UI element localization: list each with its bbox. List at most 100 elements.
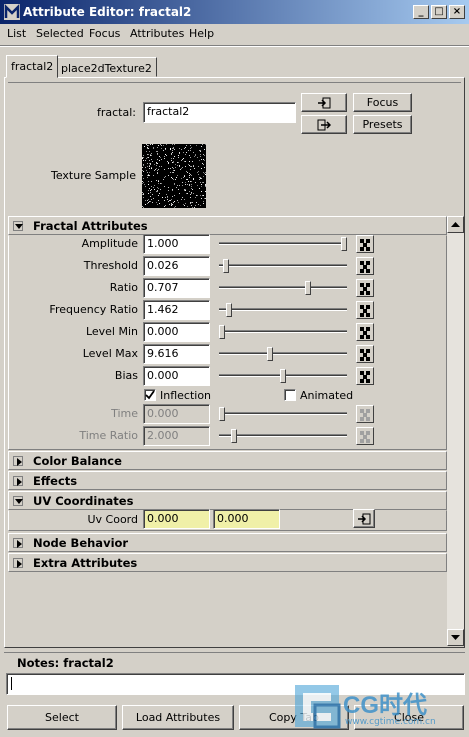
level-min-field[interactable]: 0.000: [143, 322, 210, 342]
expand-arrow-icon: [13, 476, 23, 486]
header-top-rule: [8, 82, 461, 83]
scroll-down-arrow-icon: [451, 635, 460, 640]
expand-arrow-icon: [13, 558, 23, 568]
time-ratio-field: 2.000: [143, 426, 210, 446]
menu-selected[interactable]: Selected: [36, 27, 84, 40]
amplitude-map-button[interactable]: [356, 235, 374, 253]
notes-label: Notes: fractal2: [17, 656, 114, 670]
amplitude-slider-thumb[interactable]: [341, 237, 347, 251]
collapse-arrow-icon: [13, 496, 23, 506]
level-min-slider-thumb[interactable]: [219, 325, 225, 339]
uv-coord-v-field[interactable]: 0.000: [213, 509, 280, 529]
section-title: UV Coordinates: [33, 494, 134, 508]
threshold-slider-thumb[interactable]: [223, 259, 229, 273]
scroll-down-button[interactable]: [447, 629, 464, 646]
animated-checkbox[interactable]: [284, 389, 296, 401]
watermark: CG时代 www.cgtime.com.cn: [293, 683, 467, 733]
menu-attributes[interactable]: Attributes: [130, 27, 184, 40]
amplitude-slider[interactable]: [219, 242, 347, 245]
level-min-map-button[interactable]: [356, 323, 374, 341]
section-node-behavior[interactable]: Node Behavior: [8, 533, 447, 552]
watermark-url: www.cgtime.com.cn: [345, 717, 436, 727]
bias-slider-thumb[interactable]: [280, 369, 286, 383]
frequency-ratio-map-button[interactable]: [356, 301, 374, 319]
menu-list[interactable]: List: [7, 27, 26, 40]
frequency-ratio-field[interactable]: 1.462: [143, 300, 210, 320]
level-max-field[interactable]: 9.616: [143, 344, 210, 364]
collapse-arrow-icon: [13, 221, 23, 231]
section-color-balance[interactable]: Color Balance: [8, 451, 447, 470]
vertical-scrollbar[interactable]: [447, 216, 464, 646]
section-effects[interactable]: Effects: [8, 471, 447, 490]
maya-logo-icon: [4, 4, 20, 20]
ratio-slider[interactable]: [219, 286, 347, 289]
input-connection-icon: [318, 97, 331, 109]
level-max-map-button[interactable]: [356, 345, 374, 363]
select-button[interactable]: Select: [7, 705, 117, 730]
bias-field[interactable]: 0.000: [143, 366, 210, 386]
level-min-slider[interactable]: [219, 330, 347, 333]
frequency-ratio-slider-thumb[interactable]: [226, 303, 232, 317]
section-extra-attributes[interactable]: Extra Attributes: [8, 553, 447, 572]
section-title: Color Balance: [33, 454, 122, 468]
texture-sample-swatch[interactable]: [142, 144, 206, 208]
expand-arrow-icon: [13, 456, 23, 466]
threshold-map-button[interactable]: [356, 257, 374, 275]
time-field: 0.000: [143, 404, 210, 424]
ratio-slider-thumb[interactable]: [305, 281, 311, 295]
section-title: Effects: [33, 474, 78, 488]
time-ratio-slider-thumb: [231, 429, 237, 443]
menu-bar: List Selected Focus Attributes Help: [0, 24, 469, 44]
bias-map-button[interactable]: [356, 367, 374, 385]
section-title: Node Behavior: [33, 536, 129, 550]
title-bar: Attribute Editor: fractal2 _ □ ×: [0, 0, 469, 24]
level-min-label: Level Min: [85, 325, 138, 338]
menu-focus[interactable]: Focus: [89, 27, 120, 40]
focus-button[interactable]: Focus: [353, 93, 412, 112]
window-title: Attribute Editor: fractal2: [23, 5, 192, 19]
frequency-ratio-slider[interactable]: [219, 308, 347, 311]
inflection-checkbox[interactable]: [144, 389, 156, 401]
minimize-button[interactable]: _: [413, 5, 429, 19]
level-max-slider[interactable]: [219, 352, 347, 355]
section-title: Extra Attributes: [33, 556, 138, 570]
close-window-button[interactable]: ×: [449, 5, 465, 19]
threshold-slider[interactable]: [219, 264, 347, 267]
ratio-field[interactable]: 0.707: [143, 278, 210, 298]
presets-button[interactable]: Presets: [353, 115, 412, 134]
text-caret: [11, 677, 12, 690]
notes-divider: [4, 652, 465, 653]
level-max-label: Level Max: [82, 347, 138, 360]
tab-fractal2-label: fractal2: [11, 60, 54, 73]
frequency-ratio-label: Frequency Ratio: [49, 303, 138, 316]
threshold-field[interactable]: 0.026: [143, 256, 210, 276]
node-name-label: fractal:: [97, 106, 136, 119]
time-map-button: [356, 405, 374, 423]
animated-label: Animated: [300, 389, 354, 402]
select-input-button[interactable]: [301, 93, 347, 112]
menu-help[interactable]: Help: [189, 27, 214, 40]
load-attributes-button[interactable]: Load Attributes: [122, 705, 234, 730]
time-label: Time: [111, 407, 138, 420]
scroll-up-arrow-icon: [451, 222, 460, 227]
scroll-up-button[interactable]: [447, 216, 464, 233]
time-slider-thumb: [219, 407, 225, 421]
level-max-slider-thumb[interactable]: [267, 347, 273, 361]
threshold-label: Threshold: [83, 259, 138, 272]
ratio-map-button[interactable]: [356, 279, 374, 297]
maximize-button[interactable]: □: [431, 5, 447, 19]
select-output-button[interactable]: [301, 115, 347, 134]
uv-map-button[interactable]: [353, 509, 375, 528]
bias-label: Bias: [114, 369, 138, 382]
tab-place2dtexture2[interactable]: place2dTexture2: [56, 57, 157, 77]
uv-coord-u-field[interactable]: 0.000: [143, 509, 210, 529]
section-uv-coordinates[interactable]: UV Coordinates: [8, 491, 447, 510]
section-fractal-attributes[interactable]: Fractal Attributes: [8, 216, 447, 235]
checkmark-icon: [145, 390, 155, 400]
time-ratio-slider: [219, 434, 347, 437]
tab-fractal2[interactable]: fractal2: [6, 55, 59, 78]
amplitude-field[interactable]: 1.000: [143, 234, 210, 254]
node-name-field[interactable]: fractal2: [143, 102, 296, 123]
tab-place2dtexture2-label: place2dTexture2: [61, 62, 152, 75]
time-ratio-label: Time Ratio: [79, 429, 138, 442]
